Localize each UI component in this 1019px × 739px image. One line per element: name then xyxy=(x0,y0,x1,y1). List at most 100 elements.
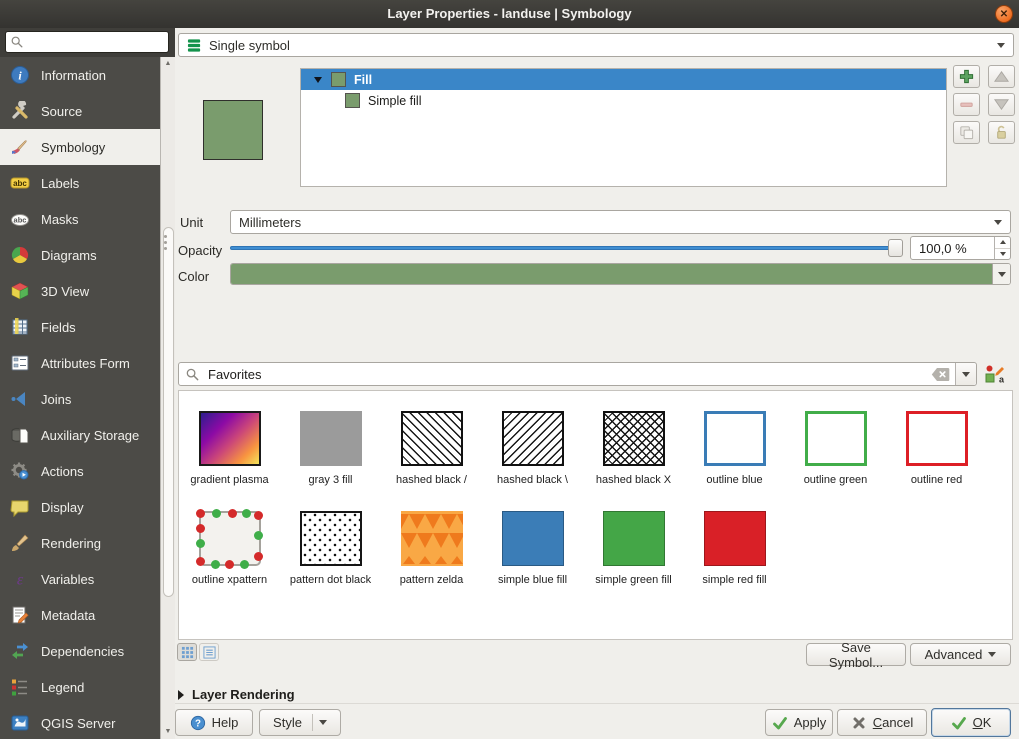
symbol-hashed-black-x[interactable]: hashed black X xyxy=(583,391,684,491)
sidebar-item-attributes-form[interactable]: Attributes Form xyxy=(0,345,160,381)
chevron-down-icon xyxy=(962,372,970,377)
ok-check-icon xyxy=(951,715,967,731)
spin-up-button[interactable] xyxy=(995,237,1010,249)
close-button[interactable]: ✕ xyxy=(995,5,1013,23)
apply-button[interactable]: Apply xyxy=(765,709,833,736)
opacity-slider[interactable] xyxy=(230,238,905,258)
advanced-button[interactable]: Advanced xyxy=(910,643,1011,666)
expand-collapse-icon[interactable] xyxy=(314,77,322,83)
sidebar-item-label: Fields xyxy=(41,320,76,335)
scroll-down-icon[interactable]: ▼ xyxy=(161,725,175,739)
cancel-button[interactable]: Cancel xyxy=(837,709,927,736)
sidebar-item-display[interactable]: Display xyxy=(0,489,160,525)
symbol-pattern-zelda[interactable]: pattern zelda xyxy=(381,491,482,591)
sidebar-item-dependencies[interactable]: Dependencies xyxy=(0,633,160,669)
help-button[interactable]: ? Help xyxy=(175,709,253,736)
sidebar-item-label: Labels xyxy=(41,176,79,191)
symbol-filter-input[interactable] xyxy=(206,366,931,383)
3d-view-icon xyxy=(10,281,30,301)
sidebar-item-variables[interactable]: εVariables xyxy=(0,561,160,597)
style-button[interactable]: Style xyxy=(259,709,341,736)
clear-filter-icon[interactable] xyxy=(931,367,950,382)
sidebar-item-3d-view[interactable]: 3D View xyxy=(0,273,160,309)
sidebar-item-metadata[interactable]: Metadata xyxy=(0,597,160,633)
close-icon: ✕ xyxy=(1000,9,1008,20)
symbol-filter-box[interactable] xyxy=(178,362,977,386)
sidebar-item-auxiliary-storage[interactable]: Auxiliary Storage xyxy=(0,417,160,453)
symbol-outline-blue[interactable]: outline blue xyxy=(684,391,785,491)
sidebar-item-qgis-server[interactable]: QGIS Server xyxy=(0,705,160,739)
tree-row-simple-fill[interactable]: Simple fill xyxy=(301,90,946,111)
color-button[interactable] xyxy=(230,263,1011,285)
layer-rendering-section[interactable]: Layer Rendering xyxy=(178,687,295,702)
symbol-outline-green[interactable]: outline green xyxy=(785,391,886,491)
symbol-simple-green-fill[interactable]: simple green fill xyxy=(583,491,684,591)
xpattern-dot xyxy=(254,511,263,520)
scrollbar-thumb[interactable] xyxy=(163,227,174,597)
icon-view-toggle[interactable] xyxy=(177,643,197,661)
symbol-simple-red-fill[interactable]: simple red fill xyxy=(684,491,785,591)
unit-label: Unit xyxy=(180,215,203,230)
sidebar-scrollbar[interactable]: ▲ ▼ xyxy=(160,57,175,739)
symbol-hashed-black[interactable]: hashed black / xyxy=(381,391,482,491)
opacity-slider-handle[interactable] xyxy=(888,239,903,257)
sidebar-item-source[interactable]: Source xyxy=(0,93,160,129)
chevron-down-icon xyxy=(988,652,996,657)
duplicate-icon xyxy=(958,124,975,141)
tree-row-fill[interactable]: Fill xyxy=(301,69,946,90)
save-symbol-button[interactable]: Save Symbol... xyxy=(806,643,906,666)
symbol-label: pattern dot black xyxy=(290,574,371,588)
sidebar-item-label: Attributes Form xyxy=(41,356,130,371)
sidebar-item-fields[interactable]: Fields xyxy=(0,309,160,345)
scroll-up-icon[interactable]: ▲ xyxy=(161,57,175,71)
sidebar-item-label: Actions xyxy=(41,464,84,479)
sidebar-item-joins[interactable]: Joins xyxy=(0,381,160,417)
lock-color-button[interactable] xyxy=(988,121,1015,144)
separator xyxy=(175,703,1019,704)
move-down-button[interactable] xyxy=(988,93,1015,116)
remove-symbol-layer-button[interactable] xyxy=(953,93,980,116)
style-manager-button[interactable]: a xyxy=(985,364,1005,384)
symbol-pattern-dot-black[interactable]: pattern dot black xyxy=(280,491,381,591)
symbol-label: outline xpattern xyxy=(192,574,267,588)
svg-text:ε: ε xyxy=(17,572,24,589)
symbol-gray-3-fill[interactable]: gray 3 fill xyxy=(280,391,381,491)
search-icon xyxy=(185,367,200,382)
symbol-outline-xpattern[interactable]: outline xpattern xyxy=(179,491,280,591)
source-icon xyxy=(10,101,30,121)
symbol-preview xyxy=(603,511,665,566)
sidebar-item-information[interactable]: iInformation xyxy=(0,57,160,93)
window-title: Layer Properties - landuse | Symbology xyxy=(0,0,1019,28)
symbol-hashed-black-1[interactable]: hashed black \ xyxy=(482,391,583,491)
filter-dropdown-button[interactable] xyxy=(955,363,976,385)
sidebar-item-diagrams[interactable]: Diagrams xyxy=(0,237,160,273)
attributes-form-icon xyxy=(10,353,30,373)
symbol-preview xyxy=(805,411,867,466)
sidebar-item-legend[interactable]: Legend xyxy=(0,669,160,705)
add-symbol-layer-button[interactable] xyxy=(953,65,980,88)
sidebar-item-rendering[interactable]: Rendering xyxy=(0,525,160,561)
sidebar-item-masks[interactable]: abcMasks xyxy=(0,201,160,237)
sidebar-item-actions[interactable]: Actions xyxy=(0,453,160,489)
sidebar-search-box[interactable] xyxy=(5,31,169,53)
unit-select[interactable]: Millimeters xyxy=(230,210,1011,234)
symbol-label: gradient plasma xyxy=(190,474,268,488)
symbol-gradient-plasma[interactable]: gradient plasma xyxy=(179,391,280,491)
renderer-select[interactable]: Single symbol xyxy=(178,33,1014,57)
symbol-label: simple green fill xyxy=(595,574,671,588)
layer-rendering-label: Layer Rendering xyxy=(192,687,295,702)
sidebar-item-symbology[interactable]: Symbology xyxy=(0,129,160,165)
symbol-outline-red[interactable]: outline red xyxy=(886,391,987,491)
move-up-button[interactable] xyxy=(988,65,1015,88)
duplicate-symbol-layer-button[interactable] xyxy=(953,121,980,144)
sidebar-item-labels[interactable]: abcLabels xyxy=(0,165,160,201)
opacity-spinbox[interactable]: 100,0 % xyxy=(910,236,1011,260)
list-view-toggle[interactable] xyxy=(199,643,219,661)
xpattern-dot xyxy=(211,560,220,569)
symbol-preview xyxy=(300,511,362,566)
ok-button[interactable]: OK xyxy=(931,708,1011,737)
titlebar[interactable]: Layer Properties - landuse | Symbology ✕ xyxy=(0,0,1019,28)
sidebar-search-input[interactable] xyxy=(24,34,164,50)
spin-down-button[interactable] xyxy=(995,249,1010,260)
symbol-simple-blue-fill[interactable]: simple blue fill xyxy=(482,491,583,591)
